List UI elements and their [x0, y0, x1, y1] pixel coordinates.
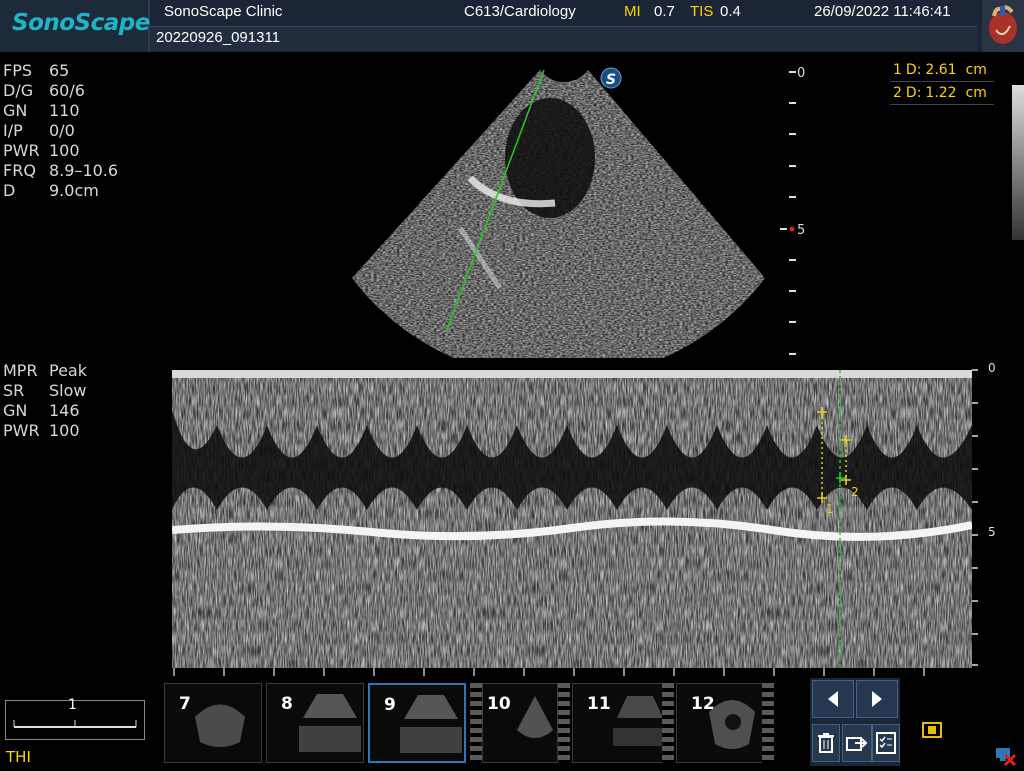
- param-key: I/P: [3, 121, 23, 140]
- param-row: FPS 65: [3, 61, 118, 81]
- checklist-icon: [876, 732, 896, 754]
- param-key: FRQ: [3, 161, 36, 180]
- patient-bar: 20220926_091311: [150, 26, 977, 51]
- param-row: PWR 100: [3, 141, 118, 161]
- measurement-value: 2.61: [925, 62, 957, 78]
- prev-button[interactable]: [812, 680, 854, 718]
- mmode-depth-scale: 0 5: [972, 361, 996, 666]
- mi-label: MI: [624, 3, 641, 20]
- sonoscape-logo: SonoScape: [12, 10, 150, 36]
- thumbnail-number: 9: [384, 695, 396, 715]
- measurement-unit: cm: [965, 85, 987, 101]
- filmstrip-edge: [662, 683, 674, 763]
- param-value: Slow: [49, 381, 87, 400]
- tis-label: TIS: [690, 3, 714, 20]
- caliper-1-label: 1: [826, 502, 834, 516]
- param-value: 0/0: [49, 121, 75, 140]
- probe-marker-letter: S: [606, 72, 616, 88]
- param-value: 100: [49, 421, 80, 440]
- param-key: GN: [3, 401, 28, 420]
- param-value: 8.9–10.6: [49, 161, 119, 180]
- param-row: SR Slow: [3, 381, 87, 401]
- bmode-params: FPS 65 D/G 60/6 GN 110 I/P 0/0 PWR 100 FRQ 8.9–10.6…: [3, 61, 118, 201]
- scale-bar-label: 1: [68, 697, 77, 713]
- param-key: PWR: [3, 141, 40, 160]
- probe-preset: C613/Cardiology: [464, 3, 576, 20]
- mmode-depth-top: 0: [988, 361, 996, 375]
- param-value: 65: [49, 61, 70, 80]
- param-key: MPR: [3, 361, 38, 380]
- report-button[interactable]: [872, 724, 900, 762]
- param-key: D: [3, 181, 16, 200]
- bmode-image[interactable]: S: [340, 58, 780, 358]
- mmode-trace[interactable]: 1 2: [172, 370, 972, 668]
- param-row: PWR 100: [3, 421, 87, 441]
- thumbnail-10[interactable]: 10: [482, 683, 558, 763]
- measurement-label: D:: [905, 62, 922, 78]
- param-row: GN 110: [3, 101, 118, 121]
- measurement-label: D:: [905, 85, 922, 101]
- param-key: GN: [3, 101, 28, 120]
- param-key: D/G: [3, 81, 34, 100]
- network-disconnected-icon: [994, 744, 1017, 771]
- param-row: I/P 0/0: [3, 121, 118, 141]
- depth-label-mid: 5: [797, 223, 805, 238]
- param-value: 110: [49, 101, 80, 120]
- thumbnail-9[interactable]: 9: [368, 683, 466, 763]
- filmstrip-edge: [558, 683, 570, 763]
- param-value: 9.0cm: [49, 181, 99, 200]
- trash-icon: [818, 733, 834, 753]
- mmode-depth-mid: 5: [988, 525, 996, 539]
- thumbnail-11[interactable]: 11: [572, 683, 670, 763]
- date-time: 26/09/2022 11:46:41: [814, 3, 951, 20]
- param-value: 60/6: [49, 81, 85, 100]
- next-button[interactable]: [856, 680, 898, 718]
- measurement-results: 1 D: 2.61 cm 2 D: 1.22 cm: [890, 59, 994, 108]
- gray-map-bar: [1012, 85, 1024, 240]
- logo-area: SonoScape: [0, 0, 150, 52]
- param-row: MPR Peak: [3, 361, 87, 381]
- caliper-2-label: 2: [851, 485, 859, 499]
- measurement-row: 1 D: 2.61 cm: [890, 59, 994, 82]
- thumbnail-7[interactable]: 7: [164, 683, 262, 763]
- cine-icon[interactable]: [922, 722, 942, 743]
- thi-mode-label: THI: [6, 748, 31, 766]
- measurement-value: 1.22: [925, 85, 957, 101]
- chevron-right-icon: [872, 691, 882, 707]
- export-button[interactable]: [842, 724, 872, 762]
- param-row: D 9.0cm: [3, 181, 118, 201]
- depth-label-top: 0: [797, 66, 805, 81]
- filmstrip-edge: [762, 683, 774, 763]
- param-row: FRQ 8.9–10.6: [3, 161, 118, 181]
- scale-bar: 1: [5, 697, 145, 740]
- param-value: Peak: [49, 361, 87, 380]
- heart-preset-icon[interactable]: [982, 0, 1024, 52]
- measurement-index: 2: [893, 85, 902, 101]
- measurement-index: 1: [893, 62, 902, 78]
- mmode-params: MPR Peak SR Slow GN 146 PWR 100: [3, 361, 87, 441]
- mi-value: 0.7: [654, 3, 675, 20]
- thumbnail-number: 8: [281, 694, 293, 714]
- filmstrip-edge: [470, 683, 482, 763]
- tis-value: 0.4: [720, 3, 741, 20]
- param-row: D/G 60/6: [3, 81, 118, 101]
- param-row: GN 146: [3, 401, 87, 421]
- measurement-row: 2 D: 1.22 cm: [890, 82, 994, 105]
- measurement-unit: cm: [965, 62, 987, 78]
- export-icon: [846, 737, 868, 751]
- clinic-name: SonoScape Clinic: [164, 3, 283, 20]
- thumbnail-8[interactable]: 8: [266, 683, 364, 763]
- thumbnail-12[interactable]: 12: [676, 683, 774, 763]
- patient-id: 20220926_091311: [156, 29, 281, 46]
- thumbnail-number: 11: [587, 694, 611, 714]
- thumbnail-number: 10: [487, 694, 511, 714]
- param-value: 100: [49, 141, 80, 160]
- delete-button[interactable]: [812, 724, 840, 762]
- param-key: SR: [3, 381, 25, 400]
- param-value: 146: [49, 401, 80, 420]
- chevron-left-icon: [828, 691, 838, 707]
- param-key: PWR: [3, 421, 40, 440]
- bmode-depth-scale: 0 5: [780, 66, 805, 355]
- param-key: FPS: [3, 61, 33, 80]
